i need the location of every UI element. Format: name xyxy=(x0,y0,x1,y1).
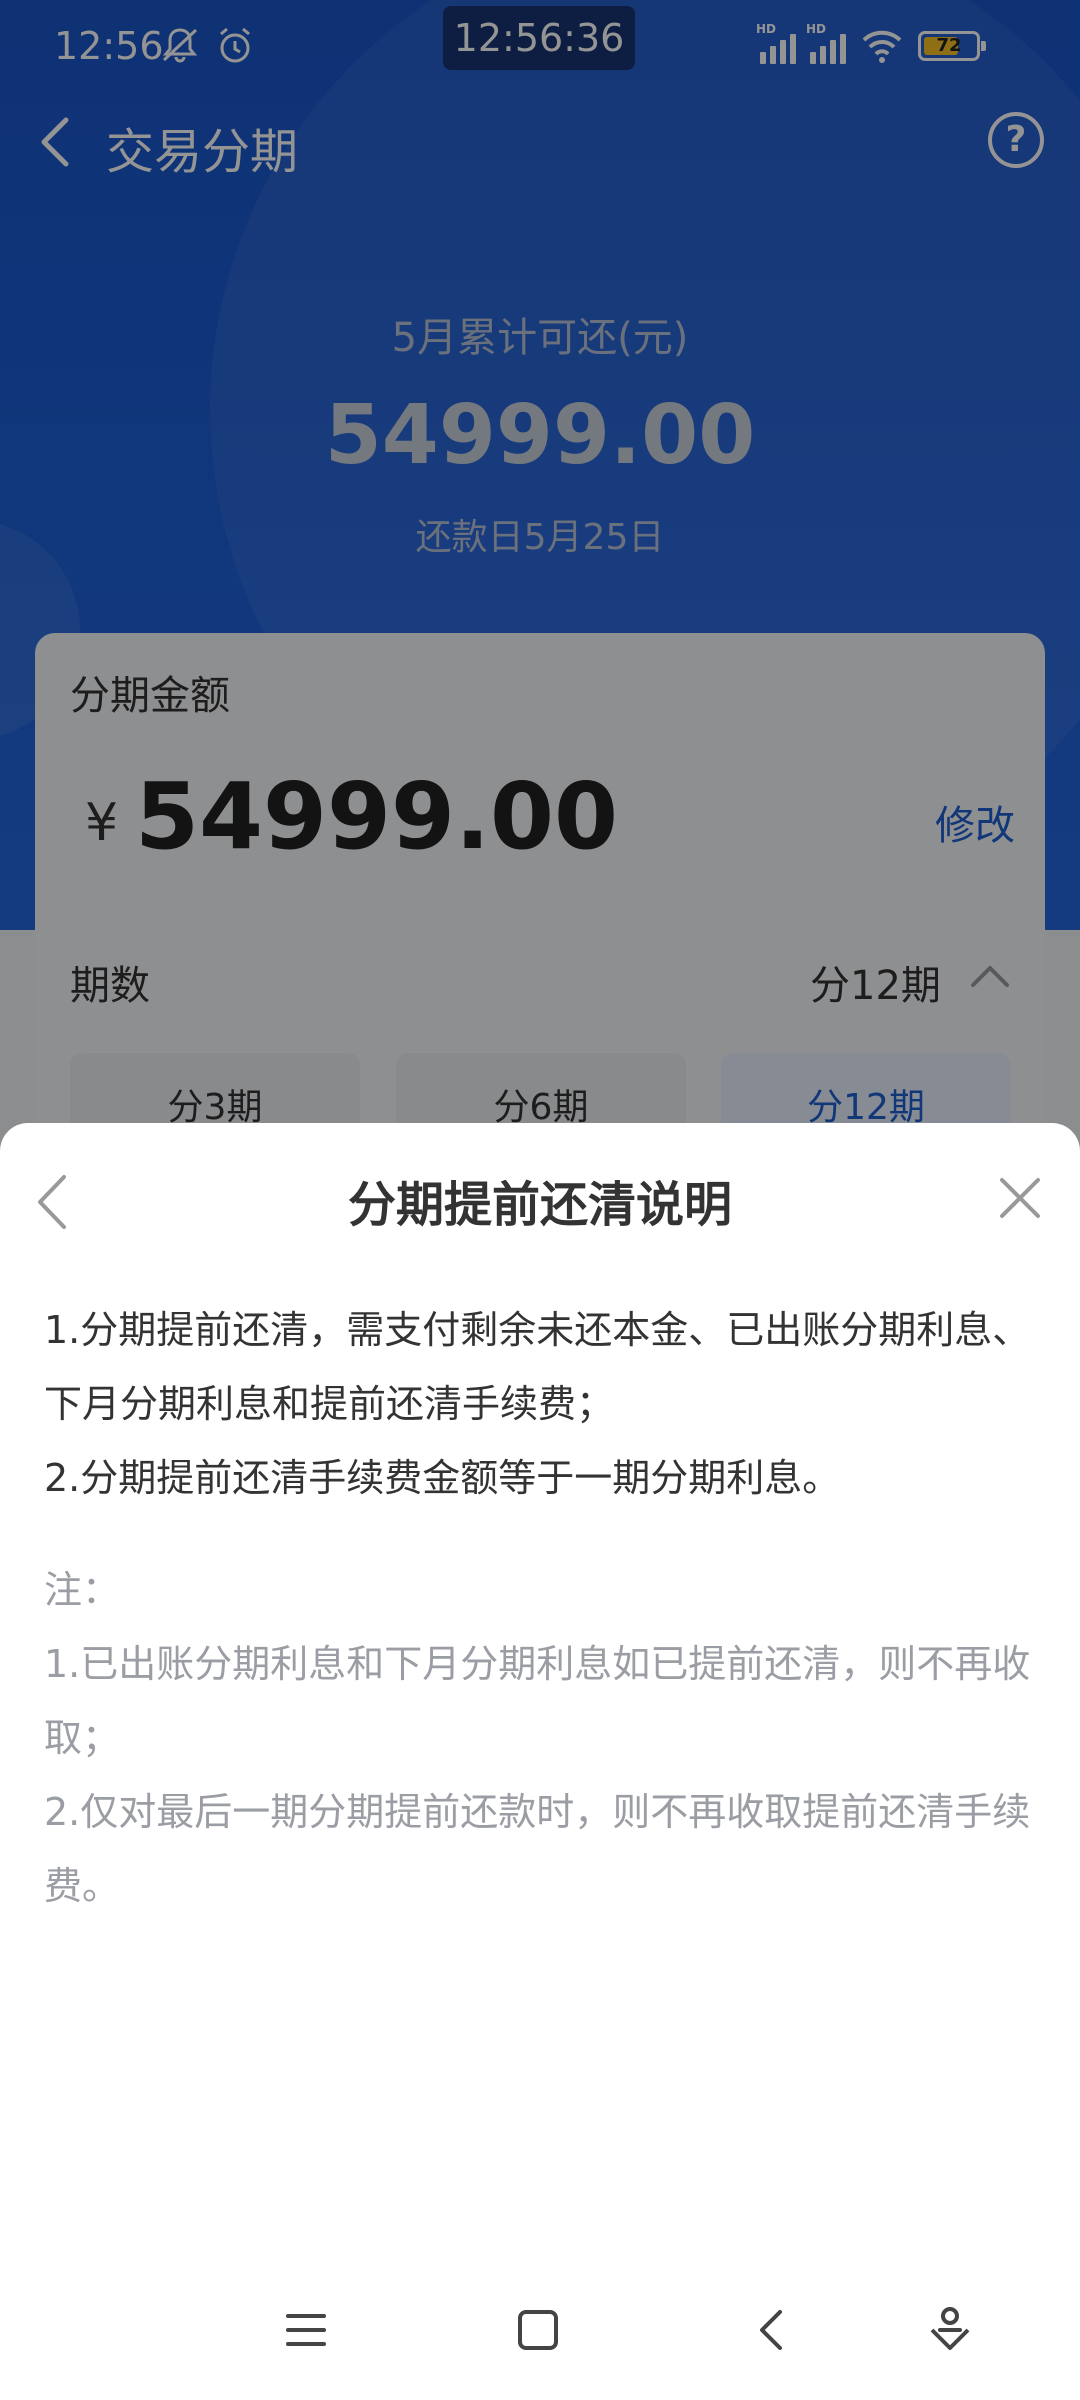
back-icon[interactable] xyxy=(742,2300,802,2360)
description-item: 1.分期提前还清，需支付剩余未还本金、已出账分期利息、下月分期利息和提前还清手续… xyxy=(44,1308,1031,1426)
assistant-icon[interactable] xyxy=(920,2300,980,2360)
system-navigation-bar xyxy=(0,2280,1080,2380)
note-item: 1.已出账分期利息和下月分期利息如已提前还清，则不再收取； xyxy=(44,1642,1031,1760)
close-icon[interactable] xyxy=(990,1168,1050,1228)
note-item: 2.仅对最后一期分期提前还款时，则不再收取提前还清手续费。 xyxy=(44,1790,1031,1908)
note-title: 注： xyxy=(44,1568,121,1612)
sheet-title: 分期提前还清说明 xyxy=(347,1177,732,1233)
description-item: 2.分期提前还清手续费金额等于一期分期利息。 xyxy=(44,1456,841,1500)
home-icon[interactable] xyxy=(508,2300,568,2360)
early-payoff-sheet: 分期提前还清说明 1.分期提前还清，需支付剩余未还本金、已出账分期利息、下月分期… xyxy=(0,1123,1080,2400)
menu-icon[interactable] xyxy=(276,2300,336,2360)
payoff-description: 1.分期提前还清，需支付剩余未还本金、已出账分期利息、下月分期利息和提前还清手续… xyxy=(44,1293,1044,1515)
payoff-notes: 注： 1.已出账分期利息和下月分期利息如已提前还清，则不再收取； 2.仅对最后一… xyxy=(44,1553,1044,1923)
